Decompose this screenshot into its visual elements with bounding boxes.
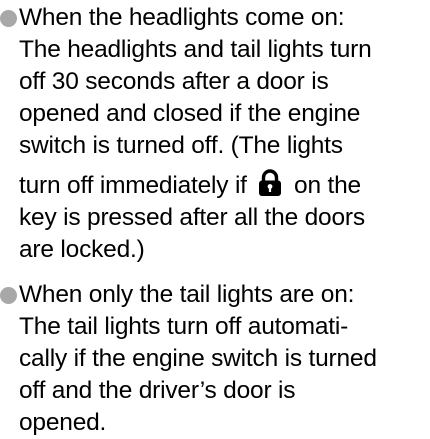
lock-line-before: turn off immediately if xyxy=(19,172,247,199)
heading-line: When the headlights come on: xyxy=(19,4,345,31)
bullet-item-tail-lights: When only the tail lights are on: The ta… xyxy=(0,279,430,439)
bullet-item-headlights: When the headlights come on: The headlig… xyxy=(0,2,430,266)
text-line: opened and closed if the engine xyxy=(19,100,361,127)
text-line: are locked.) xyxy=(19,236,145,263)
bullet-dot xyxy=(0,10,17,27)
text-line: opened. xyxy=(19,409,107,436)
bullet-dot xyxy=(0,287,17,304)
manual-text-block: When the headlights come on: The headlig… xyxy=(0,0,430,436)
text-line: The tail lights turn off automati- xyxy=(19,313,349,340)
text-line: off 30 seconds after a door is xyxy=(19,68,329,95)
text-line: The headlights and tail lights turn xyxy=(19,36,372,63)
lock-icon xyxy=(259,169,282,196)
text-line: switch is turned off. (The lights xyxy=(19,132,343,159)
text-line: cally if the engine switch is turned xyxy=(19,345,377,372)
lock-text-line: turn off immediately if on the xyxy=(19,169,430,202)
lock-line-after: on the xyxy=(294,172,361,199)
heading-line: When only the tail lights are on: xyxy=(19,281,355,308)
text-line: off and the driver’s door is xyxy=(19,377,296,404)
text-line: key is pressed after all the doors xyxy=(19,204,365,231)
